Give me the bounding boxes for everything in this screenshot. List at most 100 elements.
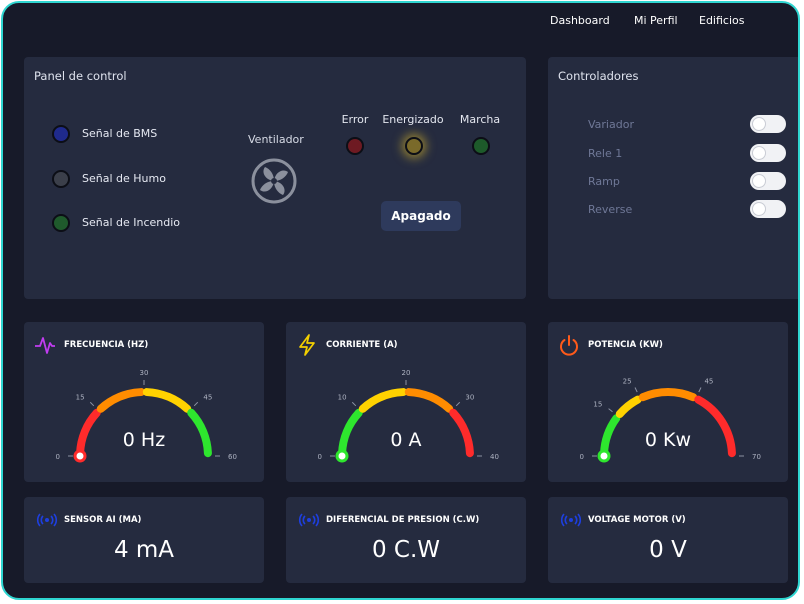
- gauge-value: 0 A: [390, 429, 421, 451]
- gauge-tick-label: 30: [465, 394, 474, 402]
- toggle-knob: [752, 174, 766, 188]
- gauge-tick: [698, 387, 702, 393]
- controllers-title: Controladores: [558, 69, 639, 83]
- broadcast-icon: [560, 513, 582, 527]
- humo-led: [52, 170, 70, 188]
- gauge-title: POTENCIA (KW): [588, 340, 663, 350]
- gauge-arc-segment: [76, 408, 101, 458]
- broadcast-icon: [36, 513, 58, 527]
- toggle-knob: [752, 117, 766, 131]
- gauge-tick-label: 15: [593, 401, 602, 409]
- gauge-tick: [193, 401, 199, 407]
- gauge-tick-label: 0: [318, 453, 322, 461]
- gauge-tick-label: 60: [228, 453, 237, 461]
- nav-edificios[interactable]: Edificios: [699, 14, 744, 27]
- gauge-tick-label: 30: [140, 369, 149, 377]
- rele1-toggle[interactable]: [750, 144, 786, 162]
- app-window: Dashboard Mi Perfil Edificios Panel de c…: [1, 1, 800, 600]
- signal-bms-label: Señal de BMS: [82, 127, 158, 140]
- gauge-pointer: [335, 449, 349, 463]
- gauge-tick: [89, 401, 95, 407]
- gauge-arc-segment: [338, 408, 363, 458]
- toggle-knob: [752, 202, 766, 216]
- gauge-tick-label: 0: [580, 453, 584, 461]
- gauge-tick-label: 25: [623, 377, 632, 385]
- gauge-pointer: [73, 449, 87, 463]
- gauge-value: 0 Kw: [645, 429, 691, 451]
- gauge-arc-segment: [142, 388, 192, 413]
- marcha-label: Marcha: [459, 113, 501, 126]
- gauge-arc-segment: [358, 388, 408, 413]
- control-panel-title: Panel de control: [34, 69, 127, 83]
- controller-variador-label: Variador: [588, 118, 634, 131]
- gauge-arc-segment: [404, 388, 454, 413]
- gauge-arc-segment: [615, 395, 642, 418]
- energizado-label: Energizado: [382, 113, 444, 126]
- gauge-arc-segment: [638, 388, 698, 402]
- controller-reverse: Reverse: [588, 200, 788, 220]
- incendio-led: [52, 214, 70, 232]
- gauge-title: CORRIENTE (A): [326, 340, 398, 350]
- gauge-tick-label: 40: [490, 453, 499, 461]
- gauge-tick-label: 10: [338, 394, 347, 402]
- gauge-tick-label: 45: [704, 377, 713, 385]
- controller-ramp-label: Ramp: [588, 175, 620, 188]
- bolt-icon: [299, 334, 315, 356]
- nav-mi-perfil[interactable]: Mi Perfil: [634, 14, 678, 27]
- error-led: [346, 137, 364, 155]
- gauge-arc-segment: [694, 395, 736, 458]
- energizado-led: [405, 137, 423, 155]
- control-panel-card: Panel de control Señal de BMS Señal de H…: [24, 57, 526, 299]
- sensor-title: VOLTAGE MOTOR (V): [588, 515, 686, 525]
- gauge-tick: [351, 401, 357, 407]
- variador-toggle[interactable]: [750, 115, 786, 133]
- gauge-arc-segment: [96, 388, 146, 413]
- sensor-card-presion: DIFERENCIAL DE PRESION (C.W) 0 C.W: [286, 497, 526, 583]
- gauge-tick: [608, 408, 613, 413]
- signal-incendio-label: Señal de Incendio: [82, 216, 181, 229]
- sensor-value: 0 C.W: [371, 537, 441, 563]
- gauge-title: FRECUENCIA (HZ): [64, 340, 149, 350]
- fan-label: Ventilador: [248, 133, 304, 146]
- broadcast-icon: [298, 513, 320, 527]
- gauge-tick: [634, 387, 638, 393]
- controller-rele1-label: Rele 1: [588, 147, 623, 160]
- toggle-knob: [752, 146, 766, 160]
- controller-reverse-label: Reverse: [588, 203, 633, 216]
- ramp-toggle[interactable]: [750, 172, 786, 190]
- controllers-card: Controladores Variador Rele 1 Ramp Rever…: [548, 57, 798, 299]
- gauge-arc-segment: [187, 408, 212, 458]
- bms-led: [52, 125, 70, 143]
- sensor-card-ai: SENSOR AI (MA) 4 mA: [24, 497, 264, 583]
- sensor-value: 4 mA: [113, 537, 175, 563]
- gauge-card-corriente: 0 10 20 30 40 0 A CORRIENTE (A): [286, 322, 526, 482]
- power-icon: [560, 335, 578, 356]
- gauge-corriente: 0 10 20 30 40 0 A: [318, 369, 499, 463]
- gauge-tick-label: 0: [56, 453, 60, 461]
- gauge-card-potencia: 0 15 25 45 70 0 Kw POTENCIA (KW): [548, 322, 788, 482]
- apagado-button[interactable]: Apagado: [381, 201, 461, 231]
- gauge-card-frecuencia: 0 15 30 45 60 0 Hz FRECUENCIA (HZ): [24, 322, 264, 482]
- gauge-tick-label: 70: [752, 453, 761, 461]
- reverse-toggle[interactable]: [750, 200, 786, 218]
- pulse-icon: [35, 337, 55, 354]
- gauge-tick-label: 15: [76, 394, 85, 402]
- gauge-arc-segment: [449, 408, 474, 458]
- controller-rele1: Rele 1: [588, 144, 788, 164]
- sensor-title: SENSOR AI (MA): [64, 515, 142, 525]
- controller-variador: Variador: [588, 115, 788, 135]
- gauge-tick-label: 20: [402, 369, 411, 377]
- nav-dashboard[interactable]: Dashboard: [550, 14, 610, 27]
- gauge-potencia: 0 15 25 45 70 0 Kw: [580, 377, 761, 463]
- marcha-led: [472, 137, 490, 155]
- sensor-value: 0 V: [649, 537, 687, 563]
- gauge-arc-segment: [600, 414, 621, 458]
- gauge-value: 0 Hz: [123, 429, 165, 451]
- gauge-pointer: [597, 449, 611, 463]
- signal-humo-label: Señal de Humo: [82, 172, 166, 185]
- sensor-card-voltage: VOLTAGE MOTOR (V) 0 V: [548, 497, 788, 583]
- gauge-tick: [455, 401, 461, 407]
- controller-ramp: Ramp: [588, 172, 788, 192]
- gauge-tick-label: 45: [203, 394, 212, 402]
- fan-icon[interactable]: [251, 158, 297, 204]
